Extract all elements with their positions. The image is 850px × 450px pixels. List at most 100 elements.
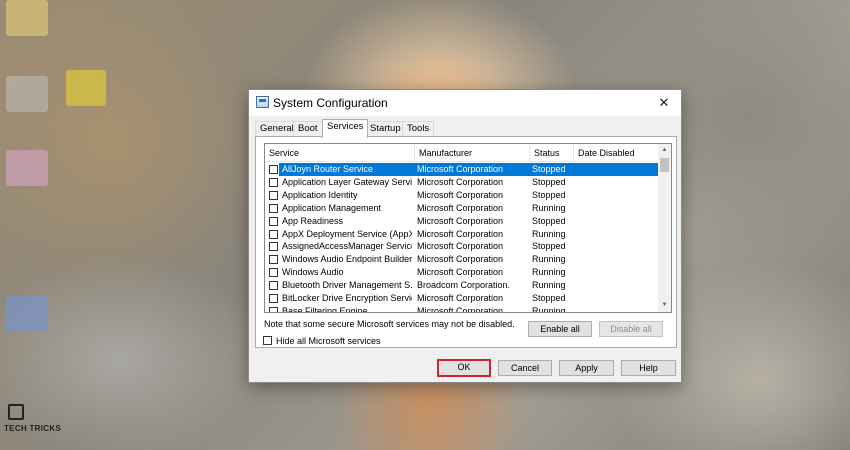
desktop-icon-file[interactable] xyxy=(6,76,48,112)
tab-tools[interactable]: Tools xyxy=(402,121,435,137)
msconfig-app-icon xyxy=(256,96,269,108)
service-manufacturer: Microsoft Corporation xyxy=(417,202,504,213)
service-status: Stopped xyxy=(532,176,566,187)
service-row[interactable]: AllJoyn Router Service Microsoft Corporat… xyxy=(265,163,659,176)
service-checkbox[interactable] xyxy=(269,268,278,278)
service-checkbox[interactable] xyxy=(269,294,278,303)
scroll-up-arrow-icon[interactable]: ▲ xyxy=(658,144,671,157)
service-status: Stopped xyxy=(532,164,566,174)
desktop-icon-screen[interactable] xyxy=(6,296,48,332)
service-date-disabled xyxy=(577,253,657,266)
close-button[interactable]: ✕ xyxy=(647,90,681,116)
service-date-disabled xyxy=(577,215,657,228)
service-name: Windows Audio Endpoint Builder xyxy=(282,254,412,265)
service-name: Application Management xyxy=(282,202,382,213)
hide-microsoft-services-label: Hide all Microsoft services xyxy=(276,336,381,346)
apply-button[interactable]: Apply xyxy=(559,360,614,376)
service-status: Stopped xyxy=(532,241,566,252)
vertical-scrollbar[interactable]: ▲ ▼ xyxy=(658,144,671,312)
tab-services[interactable]: Services xyxy=(322,119,369,138)
service-status: Running xyxy=(532,202,566,213)
service-status: Stopped xyxy=(532,189,566,200)
enable-all-button[interactable]: Enable all xyxy=(528,321,592,337)
service-checkbox[interactable] xyxy=(269,281,278,291)
service-date-disabled xyxy=(577,266,657,279)
title-bar[interactable]: System Configuration ✕ xyxy=(249,90,681,116)
service-name: AppX Deployment Service (AppX... xyxy=(282,228,412,239)
service-manufacturer: Microsoft Corporation xyxy=(417,189,504,200)
service-row[interactable]: Application Management Microsoft Corporat… xyxy=(265,202,659,215)
service-checkbox[interactable] xyxy=(269,229,278,239)
service-date-disabled xyxy=(577,305,657,312)
service-manufacturer: Microsoft Corporation xyxy=(417,176,504,187)
cancel-button[interactable]: Cancel xyxy=(498,360,552,376)
service-checkbox[interactable] xyxy=(269,177,278,187)
secure-services-note: Note that some secure Microsoft services… xyxy=(264,319,515,329)
service-row[interactable]: Application Layer Gateway Service Microso… xyxy=(265,176,659,189)
tab-startup[interactable]: Startup xyxy=(365,121,406,137)
tech-tricks-watermark: TECH TRICKS xyxy=(4,404,62,444)
service-manufacturer: Microsoft Corporation xyxy=(417,305,504,313)
service-date-disabled xyxy=(577,279,657,292)
hide-microsoft-services-checkbox[interactable] xyxy=(263,336,272,345)
column-header-manufacturer[interactable]: Manufacturer xyxy=(415,144,530,162)
service-checkbox[interactable] xyxy=(269,255,278,265)
service-checkbox[interactable] xyxy=(269,203,278,213)
service-manufacturer: Microsoft Corporation xyxy=(417,267,504,278)
service-row[interactable]: Windows Audio Microsoft Corporation Runnin… xyxy=(265,266,659,279)
service-name: Application Layer Gateway Service xyxy=(282,176,412,187)
dialog-title: System Configuration xyxy=(273,96,388,110)
service-date-disabled xyxy=(577,202,657,215)
help-button[interactable]: Help xyxy=(621,360,676,376)
service-status: Running xyxy=(532,228,566,239)
service-status: Stopped xyxy=(532,215,566,226)
service-date-disabled xyxy=(577,163,657,176)
service-manufacturer: Broadcom Corporation. xyxy=(417,280,511,291)
desktop-icon-notes[interactable] xyxy=(66,70,106,106)
service-row[interactable]: AppX Deployment Service (AppX... Microsof… xyxy=(265,228,659,241)
column-header-status[interactable]: Status xyxy=(530,144,574,162)
watermark-title: TECH TRICKS xyxy=(4,424,62,433)
desktop-icon-app[interactable] xyxy=(6,150,48,186)
service-checkbox[interactable] xyxy=(269,190,278,200)
service-row[interactable]: Windows Audio Endpoint Builder Microsoft … xyxy=(265,253,659,266)
service-checkbox[interactable] xyxy=(269,242,278,252)
service-date-disabled xyxy=(577,189,657,202)
service-status: Running xyxy=(532,305,566,313)
service-manufacturer: Microsoft Corporation xyxy=(417,254,504,265)
service-manufacturer: Microsoft Corporation xyxy=(417,293,504,303)
column-header-date-disabled[interactable]: Date Disabled xyxy=(574,144,659,162)
service-row[interactable]: Bluetooth Driver Management S... Broadcom… xyxy=(265,279,659,292)
service-name: Application Identity xyxy=(282,189,358,200)
services-tab-panel: Service Manufacturer Status Date Disable… xyxy=(255,136,677,348)
service-name: Base Filtering Engine xyxy=(282,305,368,313)
service-date-disabled xyxy=(577,176,657,189)
service-row[interactable]: Base Filtering Engine Microsoft Corporati… xyxy=(265,305,659,313)
service-row[interactable]: BitLocker Drive Encryption Service Micros… xyxy=(265,292,659,305)
service-row[interactable]: Application Identity Microsoft Corporatio… xyxy=(265,189,659,202)
scrollbar-thumb[interactable] xyxy=(660,158,669,172)
service-status: Running xyxy=(532,267,566,278)
services-list[interactable]: Service Manufacturer Status Date Disable… xyxy=(264,143,672,313)
service-row[interactable]: AssignedAccessManager Service Microsoft C… xyxy=(265,240,659,253)
service-checkbox[interactable] xyxy=(269,165,278,174)
desktop-icon-folder[interactable] xyxy=(6,0,48,36)
tech-tricks-logo-icon xyxy=(8,404,24,420)
service-manufacturer: Microsoft Corporation xyxy=(417,215,504,226)
service-date-disabled xyxy=(577,240,657,253)
tab-boot[interactable]: Boot xyxy=(293,121,323,137)
column-header-service[interactable]: Service xyxy=(265,144,415,162)
service-row[interactable]: App Readiness Microsoft Corporation Stoppe… xyxy=(265,215,659,228)
scroll-down-arrow-icon[interactable]: ▼ xyxy=(658,299,671,312)
service-checkbox[interactable] xyxy=(269,216,278,226)
service-name: AllJoyn Router Service xyxy=(282,164,374,174)
services-list-header: Service Manufacturer Status Date Disable… xyxy=(265,144,659,162)
service-name: AssignedAccessManager Service xyxy=(282,241,412,252)
service-checkbox[interactable] xyxy=(269,306,278,312)
ok-button[interactable]: OK xyxy=(437,359,491,377)
system-configuration-dialog: System Configuration ✕ General Boot Serv… xyxy=(248,89,682,383)
service-date-disabled xyxy=(577,228,657,241)
service-status: Running xyxy=(532,254,566,265)
disable-all-button[interactable]: Disable all xyxy=(599,321,663,337)
service-name: Bluetooth Driver Management S... xyxy=(282,280,412,291)
